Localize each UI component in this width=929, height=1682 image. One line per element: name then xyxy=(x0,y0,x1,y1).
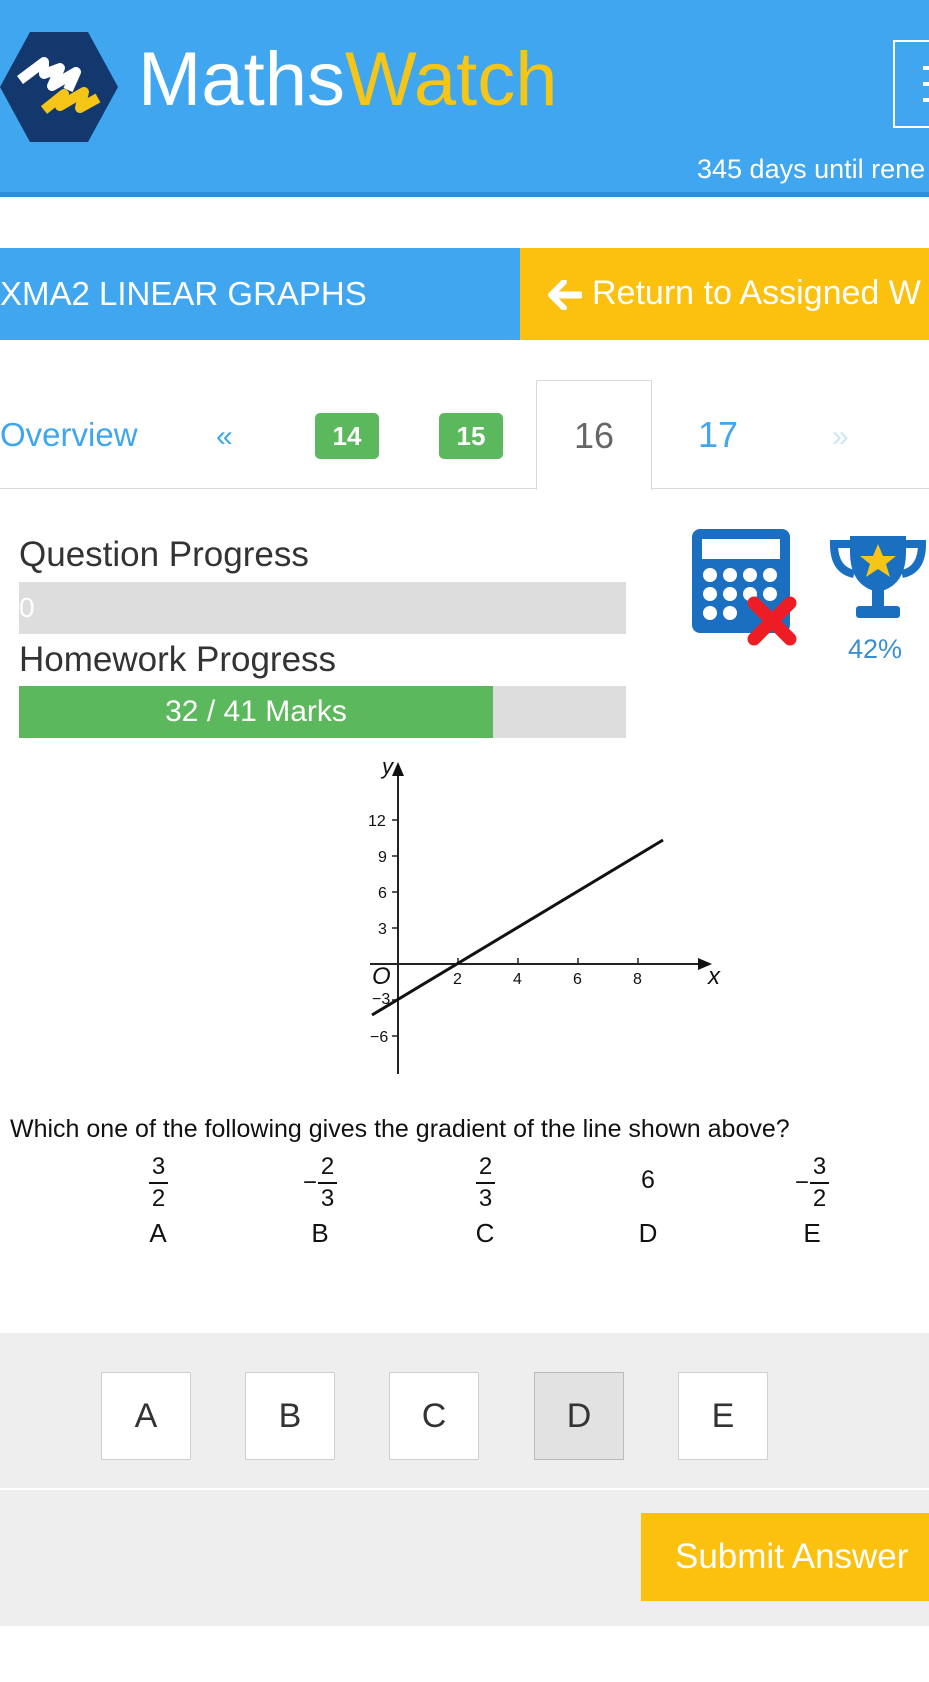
tabs-divider xyxy=(0,488,929,489)
question-text: Which one of the following gives the gra… xyxy=(10,1115,790,1143)
answer-c-button[interactable]: C xyxy=(389,1372,479,1460)
y-axis-label: y xyxy=(380,754,395,779)
y-tick-label: 9 xyxy=(378,849,387,866)
tab-next-button[interactable]: » xyxy=(832,420,849,454)
mathswatch-logo-icon[interactable] xyxy=(0,28,118,146)
tab-prev-button[interactable]: « xyxy=(216,420,233,454)
x-tick-label: 2 xyxy=(453,971,462,988)
x-tick-label: 6 xyxy=(573,971,582,988)
answer-e-button[interactable]: E xyxy=(678,1372,768,1460)
plotted-line xyxy=(371,838,664,1017)
x-tick-label: 8 xyxy=(633,971,642,988)
tab-question-15[interactable]: 15 xyxy=(439,413,503,459)
y-tick-label: 3 xyxy=(378,921,387,938)
hamburger-icon xyxy=(923,82,929,86)
return-label[interactable]: Return to Assigned W xyxy=(592,274,921,313)
linear-graph: y x O 12 9 6 3 −3 −6 2 4 6 8 xyxy=(368,754,721,1074)
answer-d-button[interactable]: D xyxy=(534,1372,624,1460)
x-axis-label: x xyxy=(707,963,721,990)
question-progress-label: Question Progress xyxy=(19,535,309,574)
option-d: 6 D xyxy=(638,1166,658,1248)
arrow-left-icon xyxy=(548,280,582,310)
y-tick-label: 6 xyxy=(378,885,387,902)
option-c: 23 C xyxy=(475,1153,496,1248)
submit-answer-button[interactable]: Submit Answer xyxy=(641,1513,929,1601)
answer-b-button[interactable]: B xyxy=(245,1372,335,1460)
hamburger-icon xyxy=(923,66,929,70)
origin-label: O xyxy=(372,963,391,990)
tab-label: 16 xyxy=(573,415,615,456)
option-b: −2 3 B xyxy=(260,1152,380,1249)
tab-question-14[interactable]: 14 xyxy=(315,413,379,459)
hamburger-icon xyxy=(923,98,929,102)
homework-progress-bar: 32 / 41 Marks xyxy=(19,686,626,738)
trophy-icon xyxy=(829,536,927,618)
homework-progress-label: Homework Progress xyxy=(19,640,337,679)
score-percent: 42% xyxy=(848,634,903,664)
answer-a-button[interactable]: A xyxy=(101,1372,191,1460)
calculator-not-allowed-icon xyxy=(692,529,797,646)
tab-question-16-active[interactable]: 16 xyxy=(536,380,652,490)
tab-question-17[interactable]: 17 xyxy=(698,414,738,456)
y-tick-label: 12 xyxy=(368,813,386,830)
x-tick-label: 4 xyxy=(513,971,522,988)
option-e: −3 2 E xyxy=(752,1152,872,1249)
question-progress-value: 0 xyxy=(19,592,35,623)
menu-button[interactable] xyxy=(893,40,929,128)
y-tick-label: −6 xyxy=(370,1029,388,1046)
homework-progress-text: 32 / 41 Marks xyxy=(165,695,347,728)
assignment-title: XMA2 LINEAR GRAPHS xyxy=(0,275,367,312)
option-a: 32 A xyxy=(148,1153,169,1248)
tab-overview[interactable]: Overview xyxy=(0,416,138,454)
brand-name: MathsWatch xyxy=(138,37,558,122)
question-progress-bar xyxy=(19,582,626,634)
renewal-countdown: 345 days until rene xyxy=(697,154,926,184)
y-axis-arrow xyxy=(392,762,404,776)
